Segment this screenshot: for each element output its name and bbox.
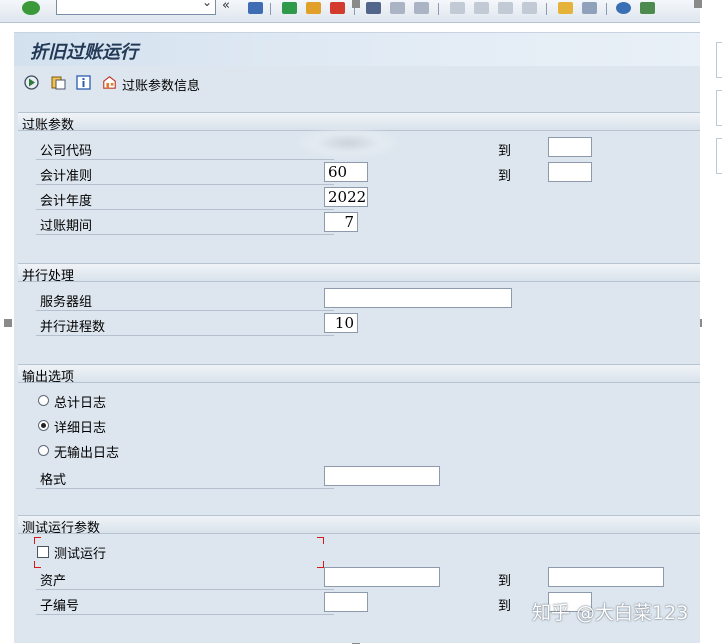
server-group-input[interactable] <box>324 288 512 308</box>
exit-icon[interactable] <box>306 2 321 14</box>
toolbar-separator <box>606 3 607 15</box>
label-underline <box>36 209 334 210</box>
sub-number-to-label: 到 <box>498 599 512 614</box>
posting-period-label: 过账期间 <box>40 219 93 234</box>
asset-to-input[interactable] <box>548 567 664 587</box>
label-underline <box>36 614 334 615</box>
toolbar-separator <box>270 3 271 15</box>
history-chevron-icon[interactable]: « <box>222 0 230 13</box>
format-input[interactable] <box>324 466 440 486</box>
application-toolbar: 过账参数信息 <box>14 66 700 103</box>
accounting-principle-input[interactable]: 60 <box>324 162 368 182</box>
posting-parameter-info-button[interactable]: 过账参数信息 <box>122 75 200 94</box>
label-underline <box>36 488 334 489</box>
asset-label: 资产 <box>40 574 67 589</box>
accounting-principle-to-input[interactable] <box>548 162 592 182</box>
fiscal-year-label: 会计年度 <box>40 194 93 209</box>
label-underline <box>36 184 334 185</box>
asset-to-label: 到 <box>498 574 512 589</box>
sub-number-label: 子编号 <box>40 599 80 614</box>
toolbar-separator <box>438 3 439 15</box>
resize-handle[interactable] <box>4 319 12 327</box>
test-run-checkbox[interactable] <box>37 546 49 558</box>
company-code-to-label: 到 <box>498 144 512 159</box>
save-icon[interactable] <box>248 2 263 14</box>
adjacent-window-edge <box>716 90 722 126</box>
parallel-processes-input[interactable]: 10 <box>324 313 358 333</box>
output-options-group: 输出选项 总计日志 详细日志 无输出日志 格式 <box>18 364 700 506</box>
command-field[interactable] <box>56 0 216 15</box>
redacted-area <box>296 128 400 158</box>
execute-icon[interactable] <box>24 75 39 90</box>
shortcut-icon[interactable] <box>582 2 597 14</box>
focus-marker <box>34 561 41 568</box>
adjacent-window-edge <box>716 42 722 78</box>
accounting-principle-to-label: 到 <box>498 169 512 184</box>
summary-log-radio[interactable] <box>38 395 49 406</box>
find-next-icon[interactable] <box>414 2 429 14</box>
toolbar-separator <box>546 3 547 15</box>
format-label: 格式 <box>40 473 67 488</box>
label-underline <box>36 335 334 336</box>
accounting-principle-label: 会计准则 <box>40 169 93 184</box>
selection-screen: 过账参数 公司代码 到 会计准则 60 到 会计年度 2022 过账期间 7 并… <box>14 102 700 643</box>
no-log-radio[interactable] <box>38 445 49 456</box>
parallel-processes-label: 并行进程数 <box>40 320 106 335</box>
posting-parameter-info-icon[interactable] <box>102 75 117 90</box>
resize-handle[interactable] <box>352 0 360 8</box>
page-title: 折旧过账运行 <box>30 42 138 63</box>
company-code-label: 公司代码 <box>40 144 93 159</box>
label-underline <box>36 589 334 590</box>
group-header: 测试运行参数 <box>18 515 700 536</box>
enter-icon[interactable] <box>22 1 40 15</box>
focus-marker <box>34 537 41 544</box>
company-code-to-input[interactable] <box>548 137 592 157</box>
title-bar: 折旧过账运行 <box>14 32 700 67</box>
parallel-processing-group: 并行处理 服务器组 并行进程数 10 <box>18 263 700 355</box>
asset-from-input[interactable] <box>324 567 440 587</box>
watermark-text: 知乎 @大白菜123 <box>532 602 689 624</box>
posting-period-input[interactable]: 7 <box>324 212 358 232</box>
no-log-label[interactable]: 无输出日志 <box>54 442 119 461</box>
group-body: 测试运行 资产 到 子编号 到 <box>18 534 700 642</box>
create-session-icon[interactable] <box>558 2 573 14</box>
label-underline <box>36 310 334 311</box>
info-icon[interactable] <box>76 75 91 90</box>
adjacent-window-edge <box>716 138 722 174</box>
focus-marker <box>317 537 324 544</box>
test-run-label[interactable]: 测试运行 <box>54 543 106 562</box>
print-icon[interactable] <box>366 2 381 14</box>
detailed-log-radio[interactable] <box>38 420 49 431</box>
group-header: 并行处理 <box>18 263 700 284</box>
server-group-label: 服务器组 <box>40 295 93 310</box>
label-underline <box>36 234 334 235</box>
find-icon[interactable] <box>390 2 405 14</box>
fiscal-year-input[interactable]: 2022 <box>324 187 368 207</box>
help-icon[interactable] <box>616 2 631 14</box>
label-underline <box>36 159 334 160</box>
sub-number-from-input[interactable] <box>324 592 368 612</box>
summary-log-label[interactable]: 总计日志 <box>54 392 106 411</box>
focus-marker <box>317 561 324 568</box>
group-body: 总计日志 详细日志 无输出日志 格式 <box>18 383 700 505</box>
previous-page-icon[interactable] <box>474 2 489 14</box>
group-body: 服务器组 并行进程数 10 <box>18 282 700 354</box>
variant-icon[interactable] <box>51 75 66 90</box>
layout-menu-icon[interactable] <box>640 2 655 14</box>
last-page-icon[interactable] <box>522 2 537 14</box>
first-page-icon[interactable] <box>450 2 465 14</box>
resize-handle[interactable] <box>694 0 702 8</box>
system-toolbar: « <box>0 0 700 23</box>
back-icon[interactable] <box>282 2 297 14</box>
detailed-log-label[interactable]: 详细日志 <box>54 417 106 436</box>
next-page-icon[interactable] <box>498 2 513 14</box>
cancel-icon[interactable] <box>330 2 345 14</box>
group-header: 输出选项 <box>18 364 700 385</box>
